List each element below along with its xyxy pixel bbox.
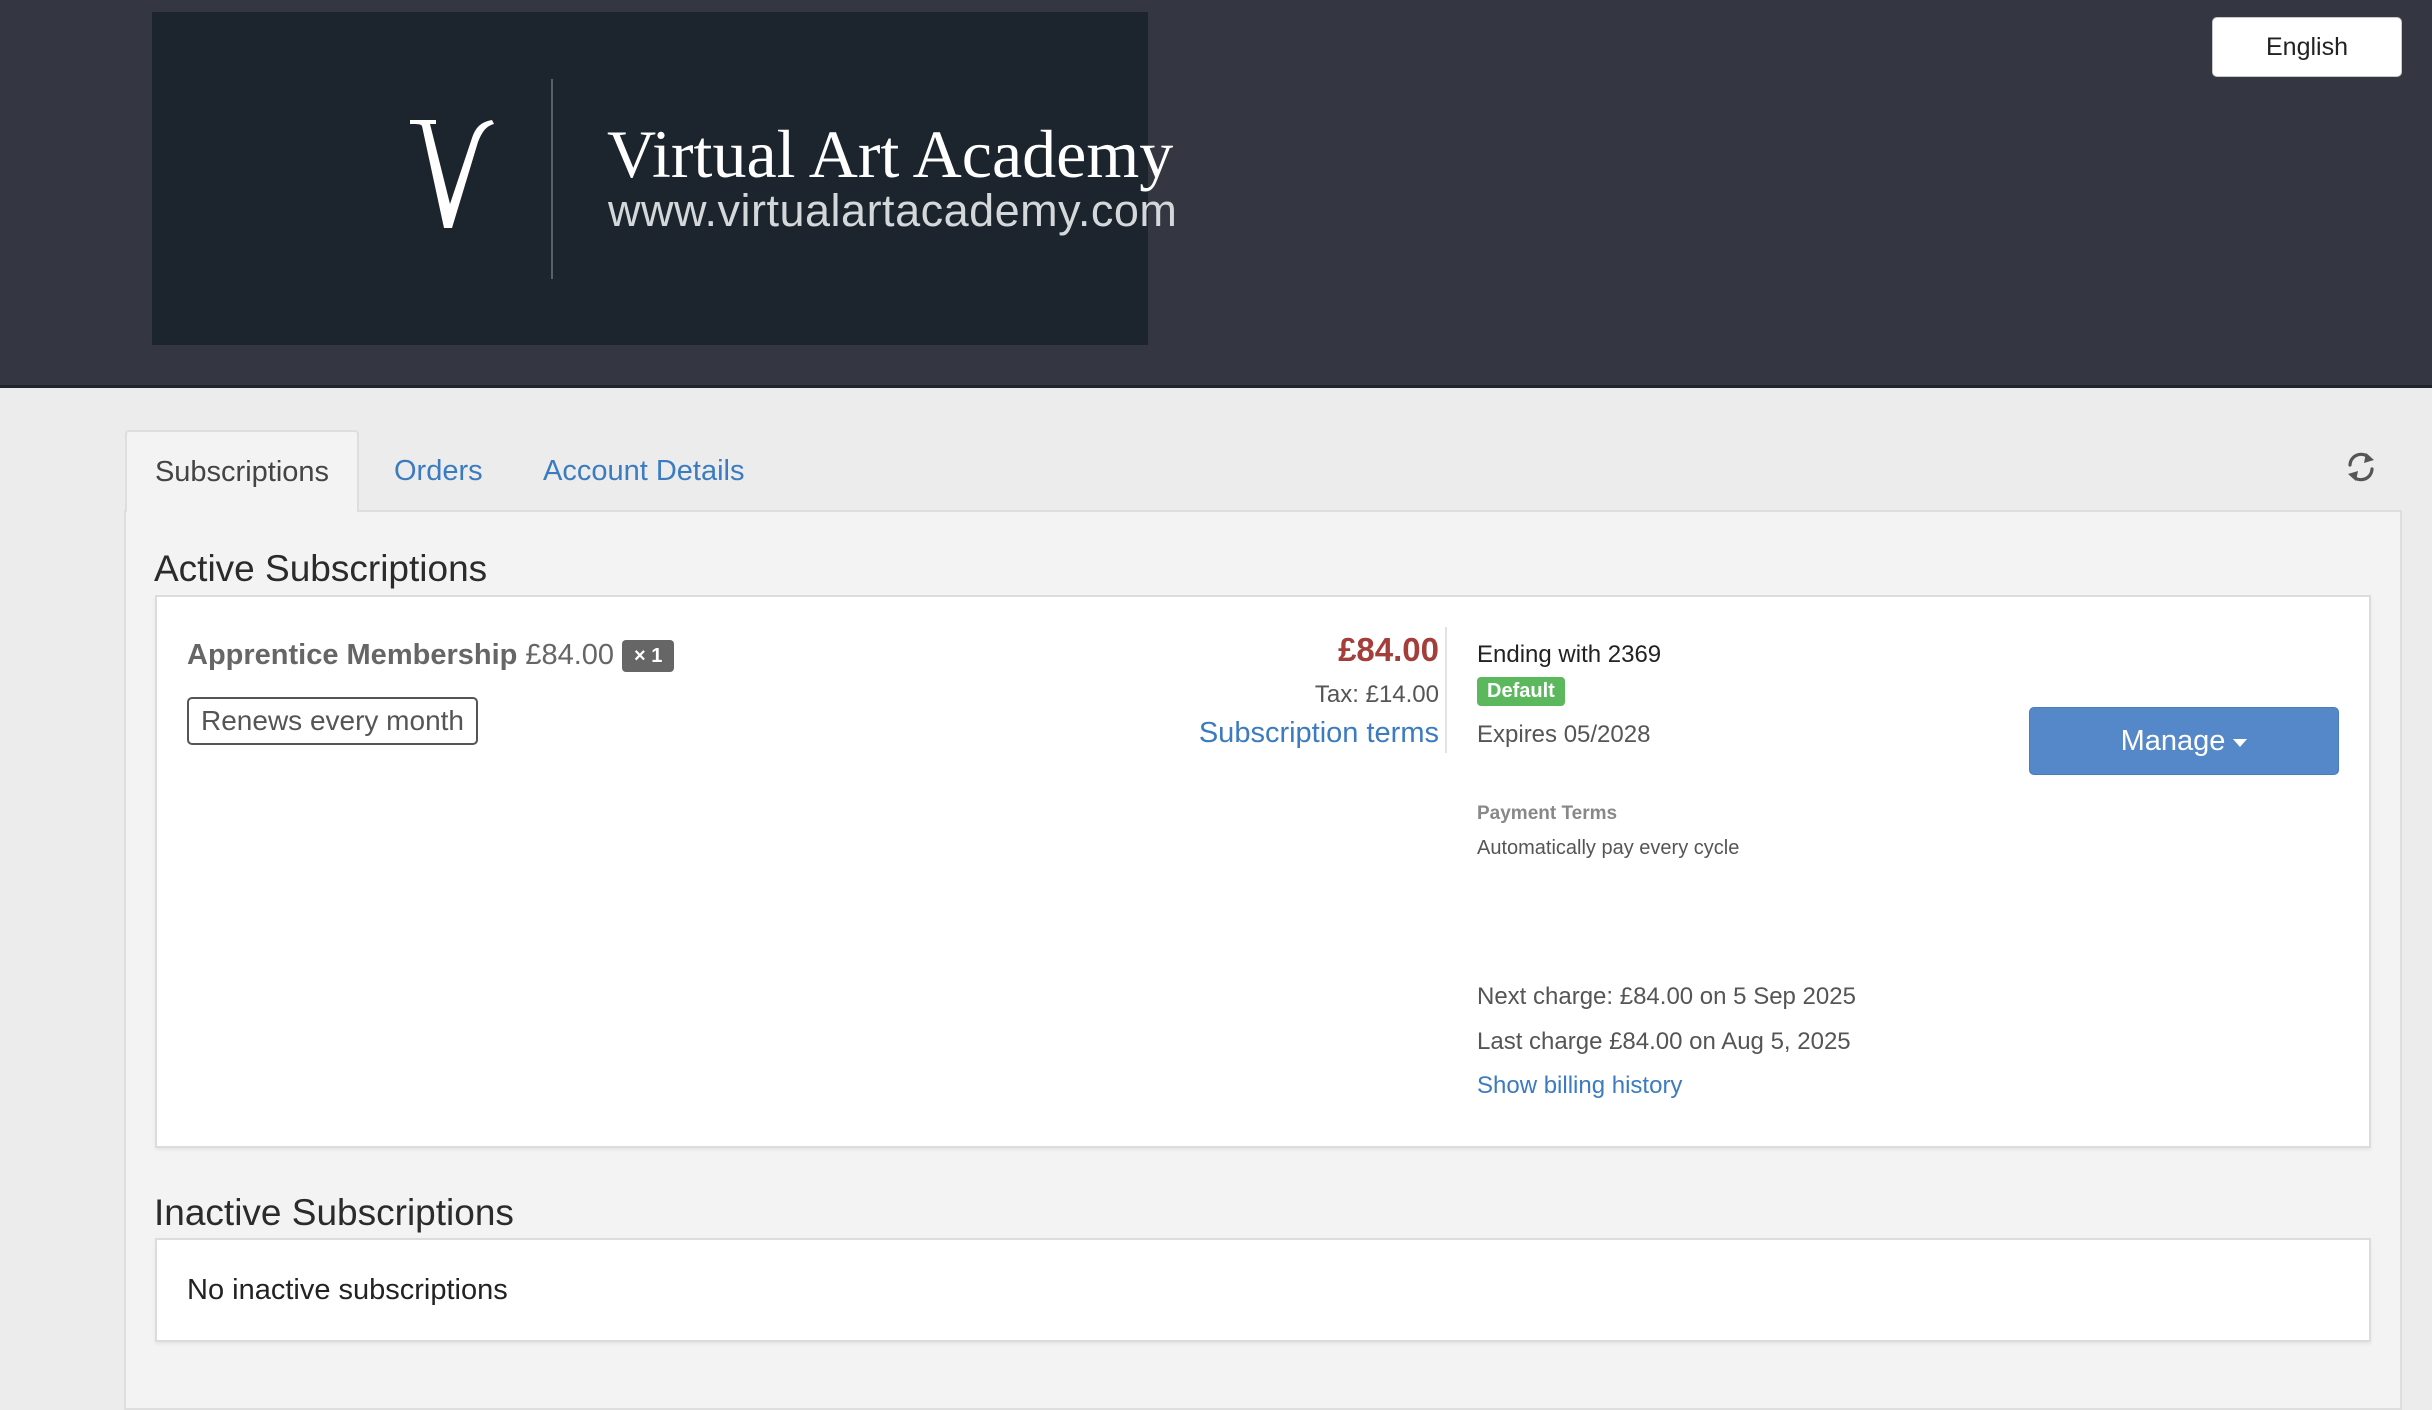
refresh-icon[interactable]	[2344, 450, 2378, 484]
header-bar: Virtual Art Academy www.virtualartacadem…	[0, 0, 2432, 388]
payment-terms-label: Payment Terms	[1477, 803, 1618, 824]
logo-monogram-icon	[410, 120, 494, 228]
product-name: Apprentice Membership	[187, 639, 518, 671]
tab-account-details[interactable]: Account Details	[543, 430, 745, 512]
default-badge: Default	[1477, 677, 1565, 706]
manage-button[interactable]: Manage	[2029, 707, 2339, 775]
subscription-card: Apprentice Membership £84.00 × 1 Renews …	[155, 595, 2371, 1148]
subscriptions-panel: Active Subscriptions Apprentice Membersh…	[124, 510, 2402, 1410]
inactive-card: No inactive subscriptions	[155, 1238, 2371, 1342]
active-subscriptions-heading: Active Subscriptions	[154, 548, 488, 589]
billing-history-link[interactable]: Show billing history	[1477, 1072, 1682, 1100]
card-ending: Ending with 2369	[1477, 641, 1662, 668]
logo-divider	[551, 79, 553, 279]
product-line: Apprentice Membership £84.00 × 1	[187, 639, 675, 672]
product-unit-price: £84.00	[525, 639, 615, 671]
chevron-down-icon	[2233, 739, 2248, 747]
subscription-terms-link[interactable]: Subscription terms	[1199, 717, 1439, 750]
renewal-tag: Renews every month	[187, 697, 479, 745]
manage-button-label: Manage	[2120, 724, 2226, 757]
tab-bar: Subscriptions Orders Account Details	[124, 430, 2402, 512]
logo-url: www.virtualartacademy.com	[608, 185, 1178, 236]
subscription-total: £84.00	[1338, 631, 1439, 668]
logo-name: Virtual Art Academy	[607, 116, 1174, 192]
tab-orders[interactable]: Orders	[394, 430, 483, 512]
no-inactive-message: No inactive subscriptions	[187, 1274, 508, 1306]
column-divider	[1445, 627, 1447, 753]
last-charge: Last charge £84.00 on Aug 5, 2025	[1477, 1028, 1851, 1055]
quantity-badge: × 1	[622, 639, 675, 672]
next-charge: Next charge: £84.00 on 5 Sep 2025	[1477, 983, 1856, 1010]
inactive-subscriptions-heading: Inactive Subscriptions	[154, 1192, 514, 1233]
subscription-tax: Tax: £14.00	[1314, 681, 1439, 708]
card-expiry: Expires 05/2028	[1477, 721, 1651, 748]
tab-subscriptions[interactable]: Subscriptions	[125, 430, 359, 512]
language-button[interactable]: English	[2212, 17, 2402, 77]
brand-logo[interactable]: Virtual Art Academy www.virtualartacadem…	[152, 12, 1177, 345]
payment-terms-value: Automatically pay every cycle	[1477, 837, 1740, 859]
